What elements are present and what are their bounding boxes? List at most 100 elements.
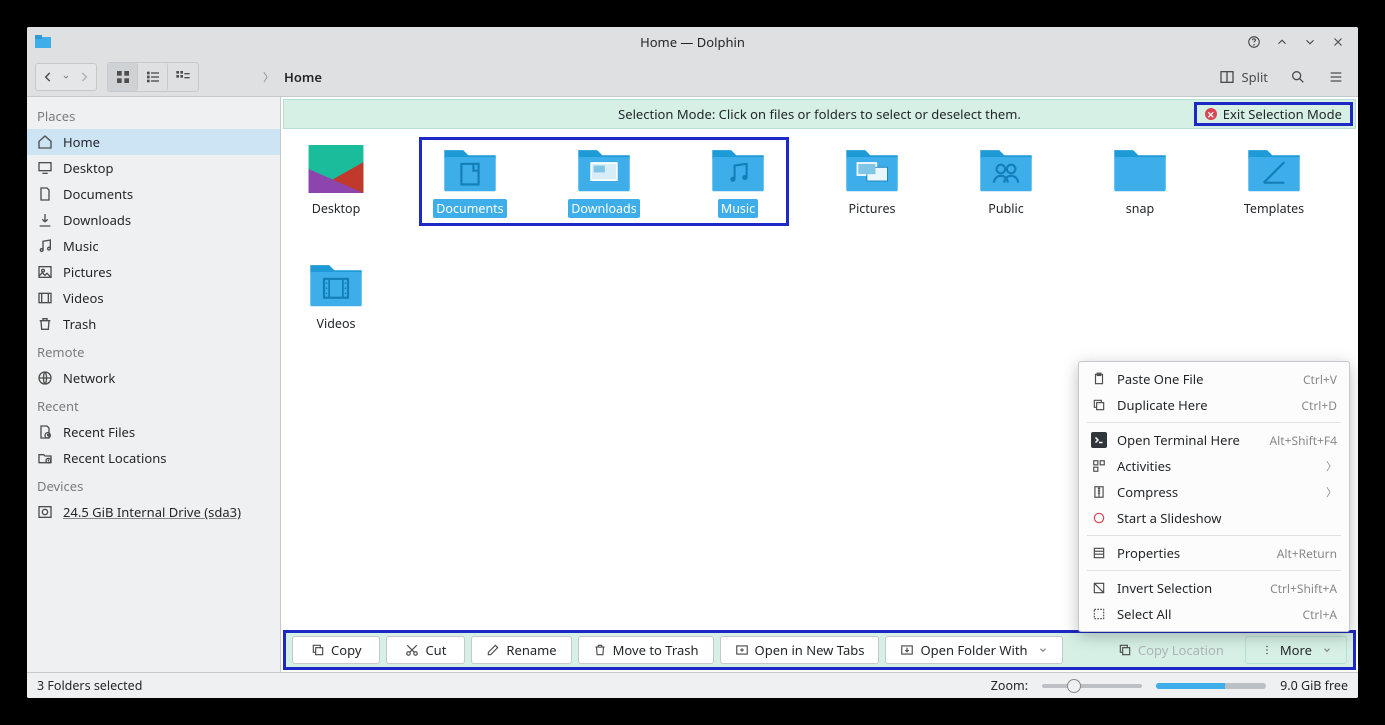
back-button[interactable]: [36, 64, 60, 90]
file-item-public[interactable]: Public: [969, 143, 1043, 218]
folder-icon: [308, 258, 364, 310]
compact-view-button[interactable]: [138, 63, 168, 91]
music-icon: [37, 238, 53, 254]
sidebar-item-videos[interactable]: Videos: [27, 285, 280, 311]
zoom-label: Zoom:: [991, 677, 1028, 694]
sidebar-header: Places: [27, 101, 280, 129]
open-in-new-tabs-button[interactable]: Open in New Tabs: [720, 636, 880, 664]
drive-icon: [37, 504, 53, 520]
move-to-trash-button[interactable]: Move to Trash: [578, 636, 714, 664]
folder-icon: [978, 143, 1034, 195]
terminal-icon: [1091, 432, 1107, 448]
file-item-documents[interactable]: Documents: [433, 143, 507, 218]
sidebar-item-recent-files[interactable]: Recent Files: [27, 419, 280, 445]
copy-location-button: Copy Location: [1103, 636, 1239, 664]
hamburger-menu-button[interactable]: [1322, 63, 1350, 91]
menu-paste[interactable]: Paste One FileCtrl+V: [1079, 366, 1349, 392]
back-history-dropdown[interactable]: [60, 64, 72, 90]
more-context-menu: Paste One FileCtrl+V Duplicate HereCtrl+…: [1078, 361, 1350, 632]
disk-usage-bar: [1156, 683, 1266, 689]
sidebar-item-label: Home: [63, 133, 100, 151]
rename-button[interactable]: Rename: [471, 636, 571, 664]
file-label: Music: [718, 199, 758, 218]
copy-icon: [311, 643, 325, 657]
forward-button[interactable]: [72, 64, 96, 90]
more-button[interactable]: More: [1245, 636, 1347, 664]
file-label: Downloads: [568, 199, 639, 218]
folder-icon: [576, 143, 632, 195]
sidebar-item-label: Documents: [63, 185, 133, 203]
sidebar-item-label: Desktop: [63, 159, 114, 177]
copy-location-icon: [1118, 643, 1132, 657]
split-button[interactable]: Split: [1213, 64, 1274, 90]
breadcrumb[interactable]: 〉 Home: [263, 68, 322, 86]
selection-status: 3 Folders selected: [37, 677, 142, 694]
folder-icon: [308, 143, 364, 195]
sidebar-item-desktop[interactable]: Desktop: [27, 155, 280, 181]
menu-open-terminal[interactable]: Open Terminal HereAlt+Shift+F4: [1079, 427, 1349, 453]
folder-icon: [442, 143, 498, 195]
sidebar-header: Remote: [27, 337, 280, 365]
file-item-pictures[interactable]: Pictures: [835, 143, 909, 218]
file-label: Documents: [433, 199, 506, 218]
trash-icon: [593, 643, 607, 657]
close-button[interactable]: [1330, 34, 1346, 50]
new-tab-icon: [735, 643, 749, 657]
cut-icon: [405, 643, 419, 657]
properties-icon: [1091, 545, 1107, 561]
menu-compress[interactable]: Compress〉: [1079, 479, 1349, 505]
file-item-snap[interactable]: snap: [1103, 143, 1177, 218]
sidebar-item-label: Pictures: [63, 263, 112, 281]
sidebar-item-documents[interactable]: Documents: [27, 181, 280, 207]
file-item-downloads[interactable]: Downloads: [567, 143, 641, 218]
menu-duplicate[interactable]: Duplicate HereCtrl+D: [1079, 392, 1349, 418]
submenu-arrow-icon: 〉: [1326, 484, 1337, 500]
details-view-button[interactable]: [168, 63, 198, 91]
folder-icon: [1246, 143, 1302, 195]
free-space: 9.0 GiB free: [1280, 677, 1348, 694]
sidebar-item-home[interactable]: Home: [27, 129, 280, 155]
selection-mode-text: Selection Mode: Click on files or folder…: [618, 105, 1021, 123]
file-item-music[interactable]: Music: [701, 143, 775, 218]
sidebar-item-24-5-gib-internal-drive-sda3-[interactable]: 24.5 GiB Internal Drive (sda3): [27, 499, 280, 525]
sidebar-item-trash[interactable]: Trash: [27, 311, 280, 337]
invert-icon: [1091, 580, 1107, 596]
sidebar-item-recent-locations[interactable]: Recent Locations: [27, 445, 280, 471]
search-button[interactable]: [1284, 63, 1312, 91]
split-label: Split: [1241, 68, 1268, 86]
menu-invert-selection[interactable]: Invert SelectionCtrl+Shift+A: [1079, 575, 1349, 601]
file-item-templates[interactable]: Templates: [1237, 143, 1311, 218]
sidebar-header: Devices: [27, 471, 280, 499]
menu-activities[interactable]: Activities〉: [1079, 453, 1349, 479]
icons-view-button[interactable]: [108, 63, 138, 91]
sidebar-item-music[interactable]: Music: [27, 233, 280, 259]
sidebar-item-label: Downloads: [63, 211, 131, 229]
cut-button[interactable]: Cut: [386, 636, 465, 664]
menu-select-all[interactable]: Select AllCtrl+A: [1079, 601, 1349, 627]
file-item-videos[interactable]: Videos: [299, 258, 373, 333]
maximize-button[interactable]: [1302, 34, 1318, 50]
help-button[interactable]: [1246, 34, 1262, 50]
sidebar-header: Recent: [27, 391, 280, 419]
exit-selection-label: Exit Selection Mode: [1223, 105, 1342, 123]
zoom-slider[interactable]: [1042, 684, 1142, 688]
selection-mode-banner: Selection Mode: Click on files or folder…: [283, 99, 1356, 129]
compress-icon: [1091, 484, 1107, 500]
selection-action-bar: Copy Cut Rename Move to Trash Open in Ne…: [283, 630, 1356, 670]
file-label: Videos: [313, 314, 358, 333]
open-folder-with-button[interactable]: Open Folder With: [885, 636, 1062, 664]
sidebar-item-network[interactable]: Network: [27, 365, 280, 391]
menu-slideshow[interactable]: Start a Slideshow: [1079, 505, 1349, 531]
minimize-button[interactable]: [1274, 34, 1290, 50]
sidebar-item-pictures[interactable]: Pictures: [27, 259, 280, 285]
sidebar-item-downloads[interactable]: Downloads: [27, 207, 280, 233]
recent-files-icon: [37, 424, 53, 440]
window-title: Home — Dolphin: [27, 33, 1358, 51]
file-label: snap: [1123, 199, 1157, 218]
folder-icon: [710, 143, 766, 195]
home-icon: [37, 134, 53, 150]
file-item-desktop[interactable]: Desktop: [299, 143, 373, 218]
exit-selection-mode-button[interactable]: ✕ Exit Selection Mode: [1194, 102, 1353, 126]
menu-properties[interactable]: PropertiesAlt+Return: [1079, 540, 1349, 566]
copy-button[interactable]: Copy: [292, 636, 380, 664]
